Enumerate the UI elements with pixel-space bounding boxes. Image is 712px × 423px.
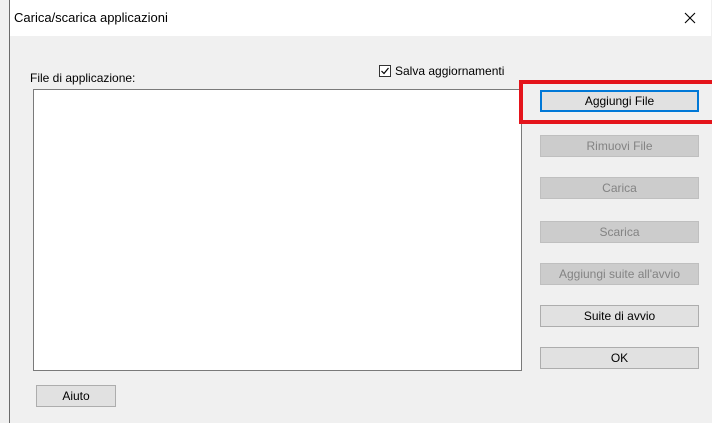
add-file-button[interactable]: Aggiungi File — [540, 90, 699, 112]
save-updates-label: Salva aggiornamenti — [395, 64, 505, 78]
title-bar: Carica/scarica applicazioni — [10, 0, 711, 36]
upload-button[interactable]: Carica — [540, 177, 699, 199]
startup-suite-button[interactable]: Suite di avvio — [540, 305, 699, 327]
save-updates-checkbox[interactable] — [379, 65, 391, 77]
checkmark-icon — [381, 67, 389, 75]
save-updates-checkbox-row[interactable]: Salva aggiornamenti — [379, 64, 504, 78]
add-startup-suite-button[interactable]: Aggiungi suite all'avvio — [540, 263, 699, 285]
application-files-label: File di applicazione: — [30, 71, 136, 85]
download-button[interactable]: Scarica — [540, 221, 699, 243]
close-button[interactable] — [669, 0, 711, 36]
application-files-list[interactable] — [33, 89, 522, 371]
close-icon — [684, 12, 696, 24]
help-button[interactable]: Aiuto — [36, 385, 116, 407]
remove-file-button[interactable]: Rimuovi File — [540, 135, 699, 157]
window-title: Carica/scarica applicazioni — [14, 10, 168, 25]
ok-button[interactable]: OK — [540, 347, 699, 369]
upload-download-dialog: Carica/scarica applicazioni File di appl… — [9, 0, 712, 423]
